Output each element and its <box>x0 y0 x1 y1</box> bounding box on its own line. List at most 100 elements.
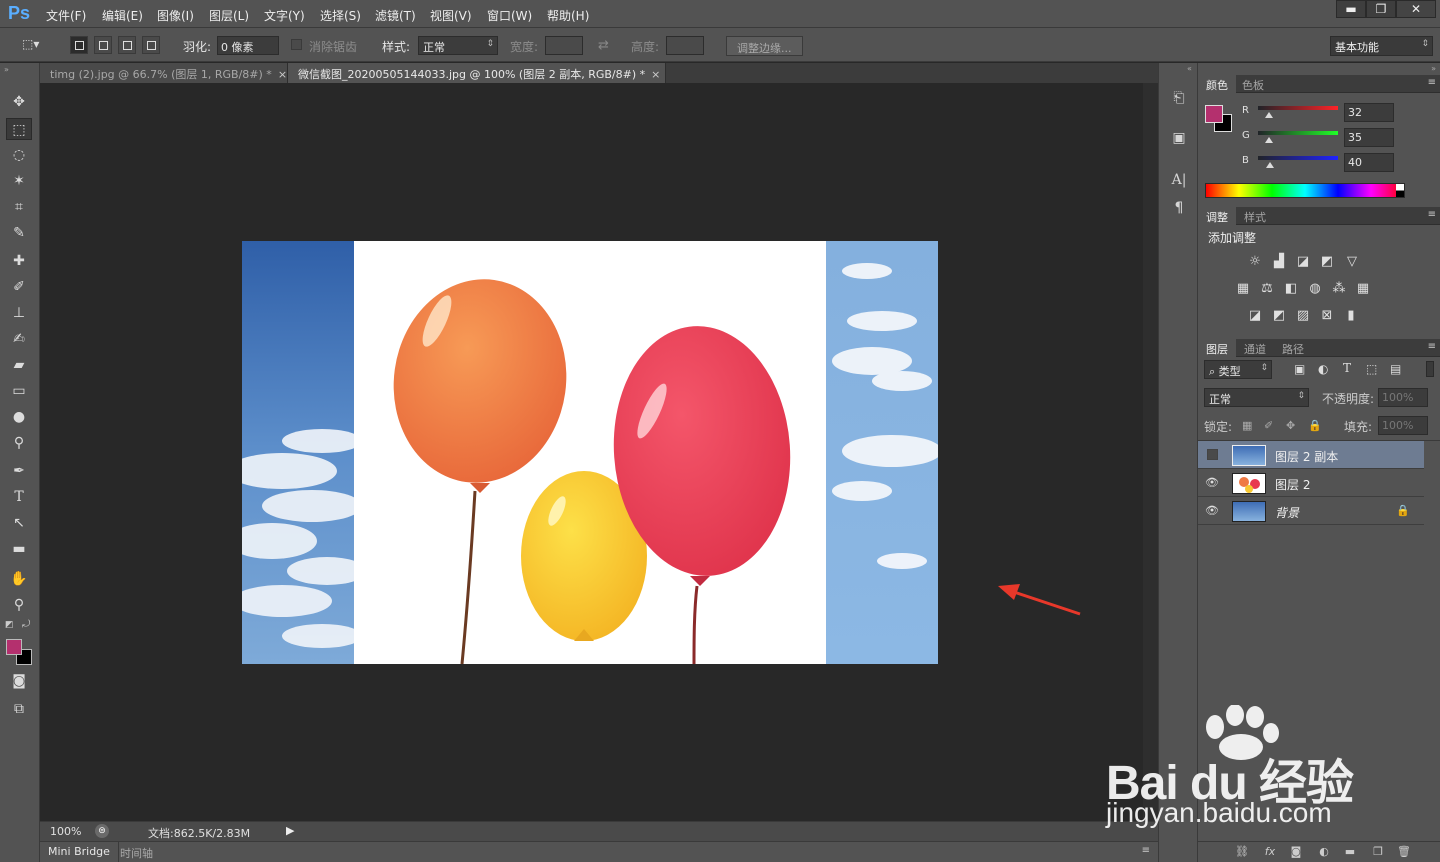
menu-image[interactable]: 图像(I) <box>157 7 194 24</box>
eye-icon[interactable]: 👁 <box>1204 505 1220 517</box>
eye-icon[interactable]: 👁 <box>1204 477 1220 489</box>
r-slider[interactable] <box>1258 106 1338 110</box>
panel-menu-icon[interactable]: ≡ <box>1142 845 1150 856</box>
menu-edit[interactable]: 编辑(E) <box>102 7 143 24</box>
gradient-map-icon[interactable]: ▮ <box>1341 307 1361 325</box>
filter-type-icon[interactable]: T <box>1343 361 1351 375</box>
gradient-tool-icon[interactable]: ▭ <box>6 380 32 402</box>
r-input[interactable]: 32 <box>1344 103 1394 122</box>
close-button[interactable]: ✕ <box>1396 0 1436 18</box>
height-input[interactable] <box>666 36 704 55</box>
tab-timg[interactable]: timg (2).jpg @ 66.7% (图层 1, RGB/8#) * × <box>40 63 288 83</box>
blend-mode-select[interactable]: 正常 <box>1204 388 1309 407</box>
antialias-checkbox[interactable] <box>291 39 302 50</box>
foreground-color-swatch[interactable] <box>6 639 22 655</box>
character-icon[interactable]: A| <box>1168 169 1190 191</box>
panel-menu-icon[interactable]: ≡ <box>1428 209 1436 220</box>
history-brush-tool-icon[interactable]: ✍ <box>6 328 32 350</box>
photo-filter-icon[interactable]: ◍ <box>1305 280 1325 298</box>
layer-row[interactable]: 图层 2 副本 <box>1198 441 1424 469</box>
opacity-input[interactable]: 100% <box>1378 388 1428 407</box>
tab-layers[interactable]: 图层 <box>1198 339 1236 357</box>
visibility-toggle-empty[interactable] <box>1207 449 1218 460</box>
eyedropper-tool-icon[interactable]: ✎ <box>6 222 32 244</box>
layer-name[interactable]: 图层 2 副本 <box>1275 448 1338 465</box>
add-mask-icon[interactable]: ◙ <box>1286 845 1306 859</box>
b-slider-thumb[interactable] <box>1266 162 1274 168</box>
lock-transparent-icon[interactable]: ▦ <box>1242 419 1252 432</box>
menu-select[interactable]: 选择(S) <box>320 7 361 24</box>
color-lookup-icon[interactable]: ▦ <box>1353 280 1373 298</box>
history-icon[interactable]: ⎗ <box>1168 87 1190 109</box>
dodge-tool-icon[interactable]: ⚲ <box>6 432 32 454</box>
menu-type[interactable]: 文字(Y) <box>264 7 305 24</box>
pen-tool-icon[interactable]: ✒ <box>6 460 32 482</box>
layer-row[interactable]: 👁 图层 2 <box>1198 469 1424 497</box>
color-spectrum[interactable] <box>1205 183 1405 198</box>
expand-icon[interactable]: « <box>1187 64 1192 73</box>
brightness-icon[interactable]: ☼ <box>1245 253 1265 271</box>
menu-layer[interactable]: 图层(L) <box>209 7 249 24</box>
invert-icon[interactable]: ◪ <box>1245 307 1265 325</box>
menu-file[interactable]: 文件(F) <box>46 7 86 24</box>
path-selection-tool-icon[interactable]: ↖ <box>6 512 32 534</box>
filter-toggle[interactable] <box>1426 361 1434 377</box>
color-balance-icon[interactable]: ⚖ <box>1257 280 1277 298</box>
intersect-selection-button[interactable] <box>142 36 160 54</box>
panel-menu-icon[interactable]: ≡ <box>1428 77 1436 88</box>
tab-channels[interactable]: 通道 <box>1236 339 1274 357</box>
tab-swatches[interactable]: 色板 <box>1234 75 1272 93</box>
workspace-select[interactable]: 基本功能 <box>1330 36 1433 56</box>
tab-styles[interactable]: 样式 <box>1236 207 1274 225</box>
style-select[interactable]: 正常 <box>418 36 498 55</box>
tab-wechat-screenshot[interactable]: 微信截图_20200505144033.jpg @ 100% (图层 2 副本,… <box>288 63 666 83</box>
tab-close-icon[interactable]: × <box>651 68 660 81</box>
type-tool-icon[interactable]: T <box>6 486 32 508</box>
vibrance-icon[interactable]: ▽ <box>1342 253 1362 271</box>
layer-filter-select[interactable]: ⌕ 类型 <box>1204 360 1272 379</box>
tab-mini-bridge[interactable]: Mini Bridge <box>40 842 119 862</box>
selective-color-icon[interactable]: ⊠ <box>1317 307 1337 325</box>
filter-pixel-icon[interactable]: ▣ <box>1294 362 1305 376</box>
tab-close-icon[interactable]: × <box>278 68 287 81</box>
b-slider[interactable] <box>1258 156 1338 160</box>
filter-smart-object-icon[interactable]: ▤ <box>1390 362 1401 376</box>
add-selection-button[interactable] <box>94 36 112 54</box>
marquee-preset-icon[interactable]: ⬚▾ <box>22 37 46 53</box>
brush-tool-icon[interactable]: ✐ <box>6 276 32 298</box>
quick-mask-icon[interactable]: ◙ <box>6 670 32 692</box>
color-panel-fg-swatch[interactable] <box>1205 105 1223 123</box>
menu-filter[interactable]: 滤镜(T) <box>375 7 416 24</box>
restore-button[interactable]: ❐ <box>1366 0 1396 18</box>
refine-edge-button[interactable]: 调整边缘... <box>726 36 803 56</box>
width-input[interactable] <box>545 36 583 55</box>
feather-input[interactable]: 0 像素 <box>217 36 279 55</box>
exposure-icon[interactable]: ◩ <box>1317 253 1337 271</box>
healing-brush-tool-icon[interactable]: ✚ <box>6 250 32 272</box>
bw-ramp[interactable] <box>1396 184 1404 197</box>
tab-timeline[interactable]: 时间轴 <box>120 845 153 861</box>
hand-tool-icon[interactable]: ✋ <box>6 568 32 590</box>
clone-stamp-tool-icon[interactable]: ⊥ <box>6 302 32 324</box>
tab-color[interactable]: 颜色 <box>1198 75 1236 93</box>
collapse-panels-icon[interactable]: » <box>1431 64 1436 73</box>
black-white-icon[interactable]: ◧ <box>1281 280 1301 298</box>
menu-help[interactable]: 帮助(H) <box>547 7 589 24</box>
blur-tool-icon[interactable]: ● <box>6 406 32 428</box>
curves-icon[interactable]: ◪ <box>1293 253 1313 271</box>
r-slider-thumb[interactable] <box>1265 112 1273 118</box>
move-tool-icon[interactable]: ✥ <box>6 91 32 113</box>
posterize-icon[interactable]: ◩ <box>1269 307 1289 325</box>
new-layer-icon[interactable]: ❐ <box>1368 845 1388 859</box>
menu-view[interactable]: 视图(V) <box>430 7 472 24</box>
g-slider-thumb[interactable] <box>1265 137 1273 143</box>
g-input[interactable]: 35 <box>1344 128 1394 147</box>
menu-window[interactable]: 窗口(W) <box>487 7 532 24</box>
g-slider[interactable] <box>1258 131 1338 135</box>
tab-paths[interactable]: 路径 <box>1274 339 1312 357</box>
document-image[interactable] <box>242 241 938 664</box>
lock-all-icon[interactable]: 🔒 <box>1308 419 1322 432</box>
zoom-tool-icon[interactable]: ⚲ <box>6 594 32 616</box>
zoom-level[interactable]: 100% <box>50 825 81 838</box>
fill-input[interactable]: 100% <box>1378 416 1428 435</box>
